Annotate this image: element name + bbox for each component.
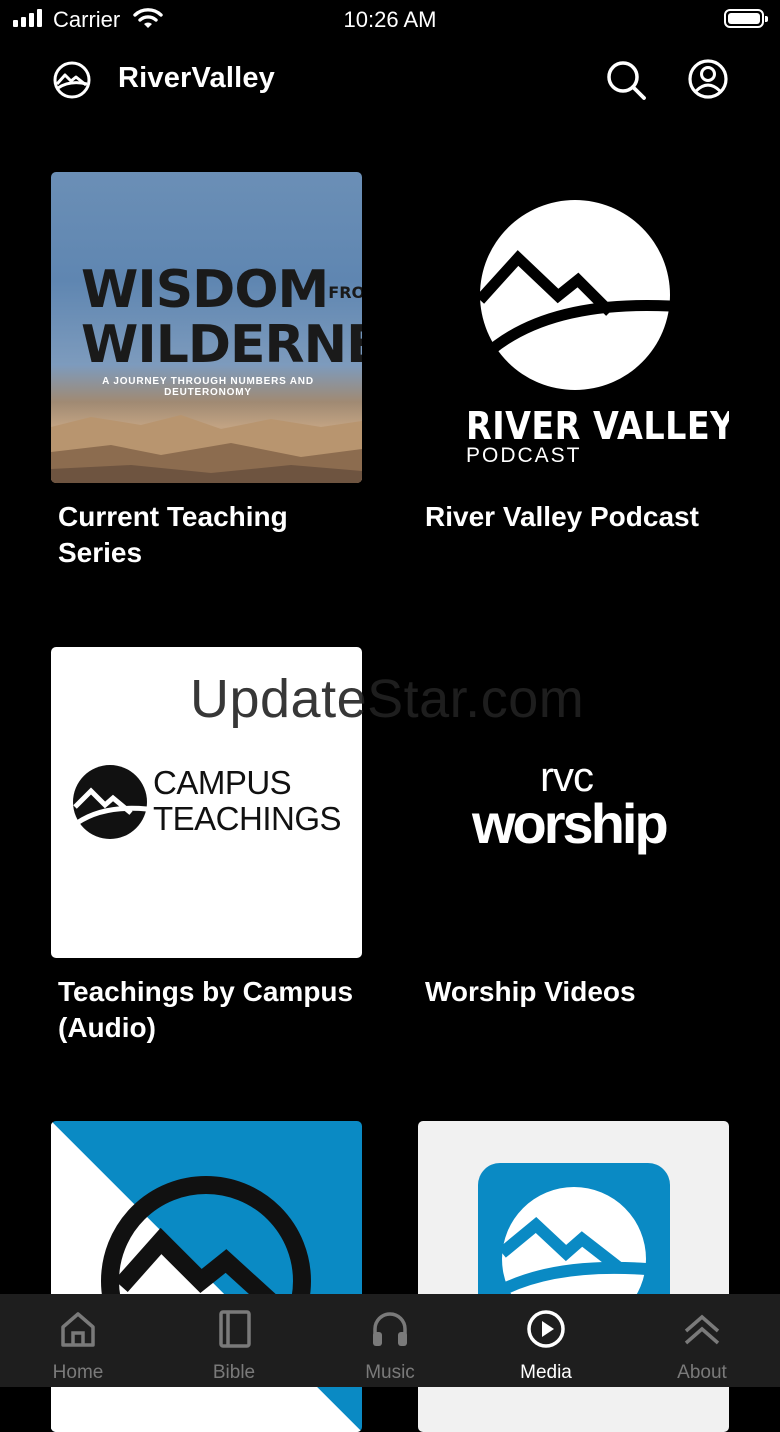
podcast-subtitle: PODCAST [466,444,582,467]
clock: 10:26 AM [343,7,437,32]
tab-label: Home [52,1362,104,1383]
tab-media[interactable]: Media [468,1294,624,1387]
battery-icon [724,9,768,28]
search-icon[interactable] [604,58,648,102]
double-chevron-up-icon [684,1314,720,1345]
artwork-title: WISDOMFROM THE WILDERNESS [81,260,362,375]
artwork-subtitle: A JOURNEY THROUGH NUMBERS AND DEUTERONOM… [102,376,314,398]
profile-icon[interactable] [686,57,730,101]
tab-label: Media [520,1362,572,1383]
tab-music[interactable]: Music [312,1294,468,1387]
campus-teachings-text: CAMPUS TEACHINGS [153,764,342,837]
tab-label: Bible [212,1362,256,1383]
tile-caption: Current Teaching Series [58,501,288,568]
wisdom-artwork: WISDOMFROM THE WILDERNESS A JOURNEY THRO… [51,172,362,483]
tab-label: Music [365,1362,415,1383]
mountain-logo-icon [480,200,670,390]
tab-about[interactable]: About [624,1294,780,1387]
home-icon [61,1312,95,1347]
headphones-icon [373,1312,407,1346]
rvc-worship-artwork: rvc worship [418,647,729,958]
tile-river-valley-podcast[interactable]: RIVER VALLEY PODCAST River Valley Podcas… [418,172,729,535]
desert-landscape [51,415,362,483]
play-circle-icon [527,1310,565,1348]
tab-home[interactable]: Home [0,1294,156,1387]
rivervalley-logo-icon [53,61,91,99]
podcast-artwork: RIVER VALLEY PODCAST [418,172,729,483]
tile-caption: Teachings by Campus (Audio) [58,976,354,1043]
tab-bible[interactable]: Bible [156,1294,312,1387]
tab-bar: Home Bible Music Media About [0,1294,780,1387]
tile-current-teaching-series[interactable]: WISDOMFROM THE WILDERNESS A JOURNEY THRO… [51,172,362,571]
tile-caption: Worship Videos [425,976,636,1007]
tile-teachings-by-campus[interactable]: CAMPUS TEACHINGS Teachings by Campus (Aud… [51,647,362,1046]
tile-caption: River Valley Podcast [425,501,699,532]
mountain-logo-icon [73,765,147,839]
tab-label: About [677,1362,727,1383]
podcast-name: RIVER VALLEY [466,404,729,448]
tile-worship-videos[interactable]: rvc worship Worship Videos [418,647,729,1010]
status-bar: Carrier 10:26 AM [0,0,780,40]
book-icon [219,1310,251,1348]
campus-teachings-artwork: CAMPUS TEACHINGS [51,647,362,958]
worship-text: worship [472,792,669,855]
app-title: RiverValley [118,62,275,94]
